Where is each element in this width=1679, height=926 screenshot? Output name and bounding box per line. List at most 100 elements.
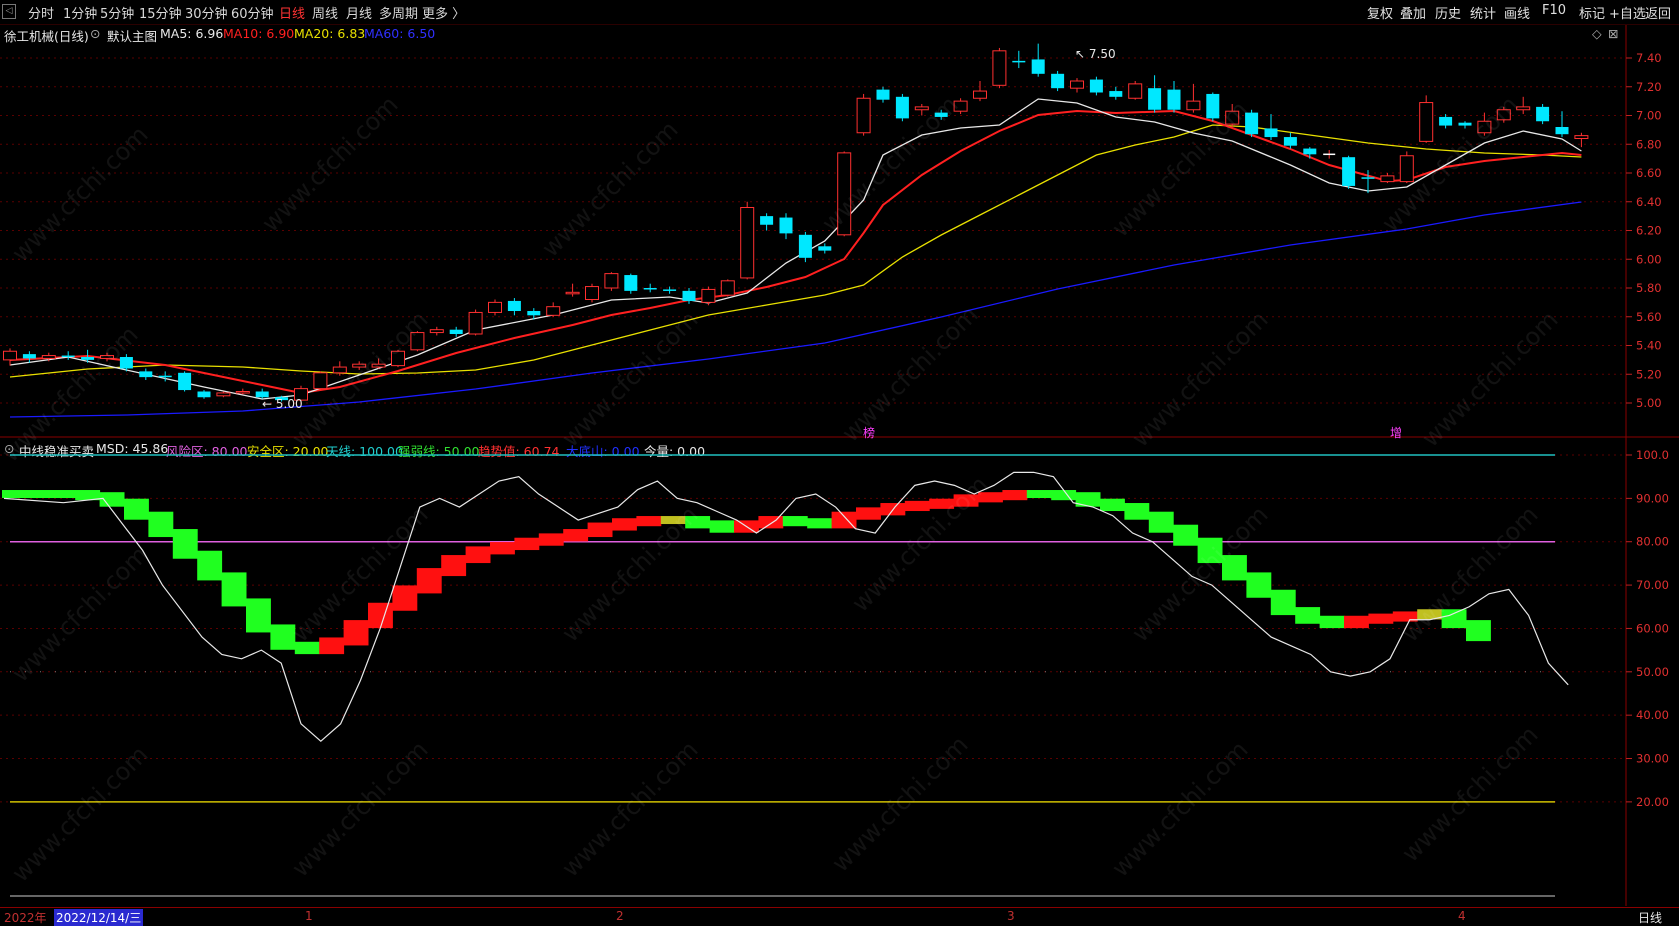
candle-body-31 (604, 273, 619, 289)
trend-block-17 (416, 568, 442, 594)
ma60-line (9, 201, 1582, 418)
price-tick-label-3: 6.80 (1636, 137, 1662, 151)
price-tick-label-12: 5.00 (1636, 396, 1662, 410)
candle-body-46 (895, 96, 909, 119)
candle-body-35 (682, 290, 696, 301)
kline-chart[interactable]: 7.40 7.20 7.00 6.80 6.60 6.40 6.20 6.00 5.80 5.60… (0, 0, 1679, 924)
trend-block-29 (709, 520, 735, 533)
trend-block-56 (1368, 613, 1394, 624)
ind-tick-label-1: 90.00 (1636, 491, 1669, 505)
candle-body-55 (1070, 80, 1084, 89)
trend-block-41 (1002, 490, 1028, 501)
trend-block-2 (50, 490, 76, 499)
candle-body-38 (740, 207, 755, 279)
candle-body-67 (1303, 148, 1317, 155)
price-tick-label-10: 5.40 (1636, 339, 1662, 353)
axis-month-4: 4 (1458, 909, 1466, 923)
candle-body-57 (1109, 91, 1123, 97)
axis-month-1: 1 (305, 909, 313, 923)
candle-body-74 (1439, 116, 1453, 126)
price-tick-label-6: 6.20 (1636, 224, 1662, 238)
trend-block-14 (343, 620, 369, 646)
candle-body-1 (22, 354, 36, 359)
candle-body-0 (3, 350, 17, 361)
candle-body-81 (1574, 135, 1589, 139)
candle-body-73 (1419, 102, 1434, 142)
candle-body-41 (798, 234, 812, 258)
candle-body-30 (585, 286, 599, 300)
candle-body-58 (1128, 83, 1143, 99)
trend-block-1 (26, 490, 52, 499)
candle-body-79 (1536, 106, 1550, 122)
candle-body-61 (1186, 100, 1201, 111)
trend-block-21 (514, 537, 540, 551)
candle-body-9 (178, 372, 192, 391)
candle-body-22 (429, 329, 444, 334)
trend-block-16 (392, 585, 418, 611)
candle-body-10 (197, 391, 211, 398)
candle-body-25 (488, 301, 502, 313)
trend-block-55 (1344, 615, 1369, 629)
price-tick-label-7: 6.00 (1636, 252, 1662, 266)
candle-body-72 (1399, 155, 1414, 183)
trend-block-45 (1100, 498, 1125, 512)
ind-tick-label-5: 50.00 (1636, 665, 1669, 679)
trend-block-47 (1148, 511, 1174, 533)
cursor-date: 2022/12/14/三 (54, 909, 144, 926)
event-marker-2: 增 (1390, 426, 1402, 440)
ind-tick-label-2: 80.00 (1636, 535, 1669, 549)
price-tick-label-8: 5.80 (1636, 281, 1662, 295)
candle-body-23 (449, 329, 463, 334)
trend-block-33 (807, 518, 833, 529)
price-tick-label-5: 6.40 (1636, 195, 1662, 209)
trend-block-9 (221, 572, 247, 607)
candle-body-71 (1380, 175, 1395, 183)
candle-body-65 (1264, 128, 1278, 138)
trend-block-18 (441, 555, 467, 577)
candle-body-66 (1283, 137, 1297, 146)
candle-body-24 (468, 311, 483, 335)
candle-body-39 (760, 216, 774, 225)
candle-body-56 (1089, 79, 1103, 93)
trend-block-46 (1124, 503, 1150, 520)
axis-year: 2022年 (4, 911, 47, 925)
trend-block-25 (612, 518, 637, 531)
candle-body-2 (41, 355, 56, 359)
candle-body-53 (1031, 59, 1045, 74)
trend-block-42 (1026, 490, 1052, 499)
ind-tick-label-7: 30.00 (1636, 752, 1669, 766)
price-tick-label-0: 7.40 (1636, 51, 1662, 65)
low-price-note: ← 5.00 (262, 397, 303, 411)
axis-month-3: 3 (1007, 909, 1015, 923)
candle-body-45 (876, 89, 890, 100)
price-tick-label-2: 7.00 (1636, 109, 1662, 123)
candle-body-42 (818, 246, 832, 251)
trend-block-43 (1051, 490, 1077, 501)
candle-body-50 (973, 90, 987, 99)
trend-block-60 (1466, 620, 1491, 642)
candle-body-40 (779, 217, 793, 234)
trend-block-10 (246, 598, 271, 633)
period-indicator[interactable]: 日线 (1638, 909, 1662, 926)
ind-tick-label-0: 100.0 (1636, 448, 1669, 462)
price-tick-label-9: 5.60 (1636, 310, 1662, 324)
trend-block-8 (197, 550, 223, 581)
trend-block-6 (148, 511, 174, 538)
trend-block-5 (124, 498, 149, 520)
trend-block-32 (782, 516, 808, 527)
price-tick-label-4: 6.60 (1636, 166, 1662, 180)
candle-body-29 (565, 291, 580, 295)
trend-block-48 (1173, 524, 1199, 546)
trend-block-22 (538, 533, 564, 546)
candle-body-52 (1012, 60, 1026, 63)
candle-body-8 (158, 375, 172, 378)
candle-body-28 (546, 306, 561, 316)
ma10-line (9, 109, 1582, 395)
trend-block-31 (758, 516, 784, 529)
date-axis (0, 907, 1679, 925)
trend-block-24 (587, 522, 613, 538)
candle-body-60 (1167, 89, 1181, 110)
trend-block-23 (563, 529, 589, 542)
candle-body-69 (1342, 157, 1356, 186)
candle-body-34 (663, 289, 677, 291)
